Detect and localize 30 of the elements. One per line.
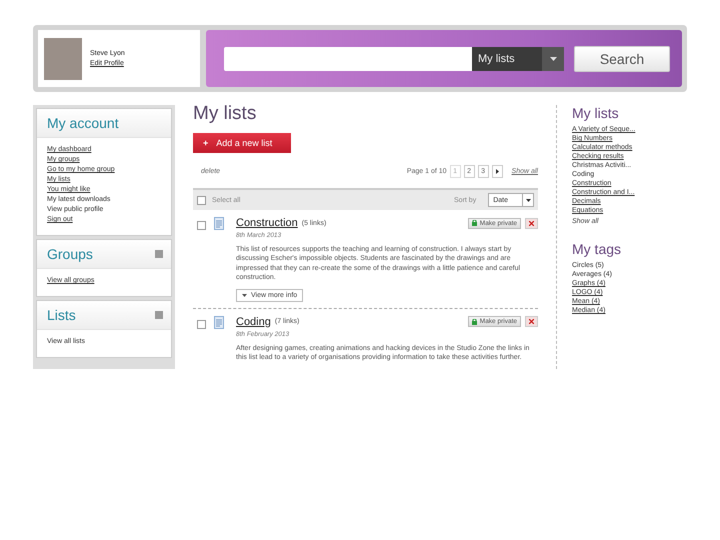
lock-icon xyxy=(472,220,477,226)
list-checkbox[interactable] xyxy=(197,320,206,329)
document-icon xyxy=(214,316,224,329)
document-icon xyxy=(214,217,224,230)
list-title-link[interactable]: Construction xyxy=(236,217,298,229)
section-title: My lists xyxy=(572,105,619,121)
scope-dropdown[interactable]: My lists xyxy=(472,46,542,70)
lock-icon xyxy=(472,318,477,325)
section-title: My tags xyxy=(572,241,622,257)
panel-title: Lists xyxy=(47,307,76,323)
arrow-icon xyxy=(496,169,499,174)
remove-button[interactable] xyxy=(525,316,538,328)
remove-button[interactable] xyxy=(525,218,538,228)
caret-icon xyxy=(550,56,556,60)
caret-icon xyxy=(526,198,530,202)
search-button[interactable]: Search xyxy=(574,46,670,72)
panel-title: My account xyxy=(47,115,119,131)
list-title-link[interactable]: Coding xyxy=(236,316,271,328)
page-title: My lists xyxy=(193,103,256,125)
list-checkbox[interactable] xyxy=(197,221,206,230)
avatar-placeholder xyxy=(44,38,82,80)
select-all-checkbox[interactable] xyxy=(197,196,206,204)
panel-title: Groups xyxy=(47,246,93,262)
next-page-button[interactable] xyxy=(492,165,503,178)
close-icon xyxy=(529,220,534,226)
close-icon xyxy=(529,319,534,324)
dropdown-caret-button[interactable] xyxy=(542,46,564,70)
caret-icon xyxy=(242,294,247,297)
add-list-button[interactable]: + Add a new list xyxy=(193,133,291,153)
search-field[interactable] xyxy=(224,46,472,70)
